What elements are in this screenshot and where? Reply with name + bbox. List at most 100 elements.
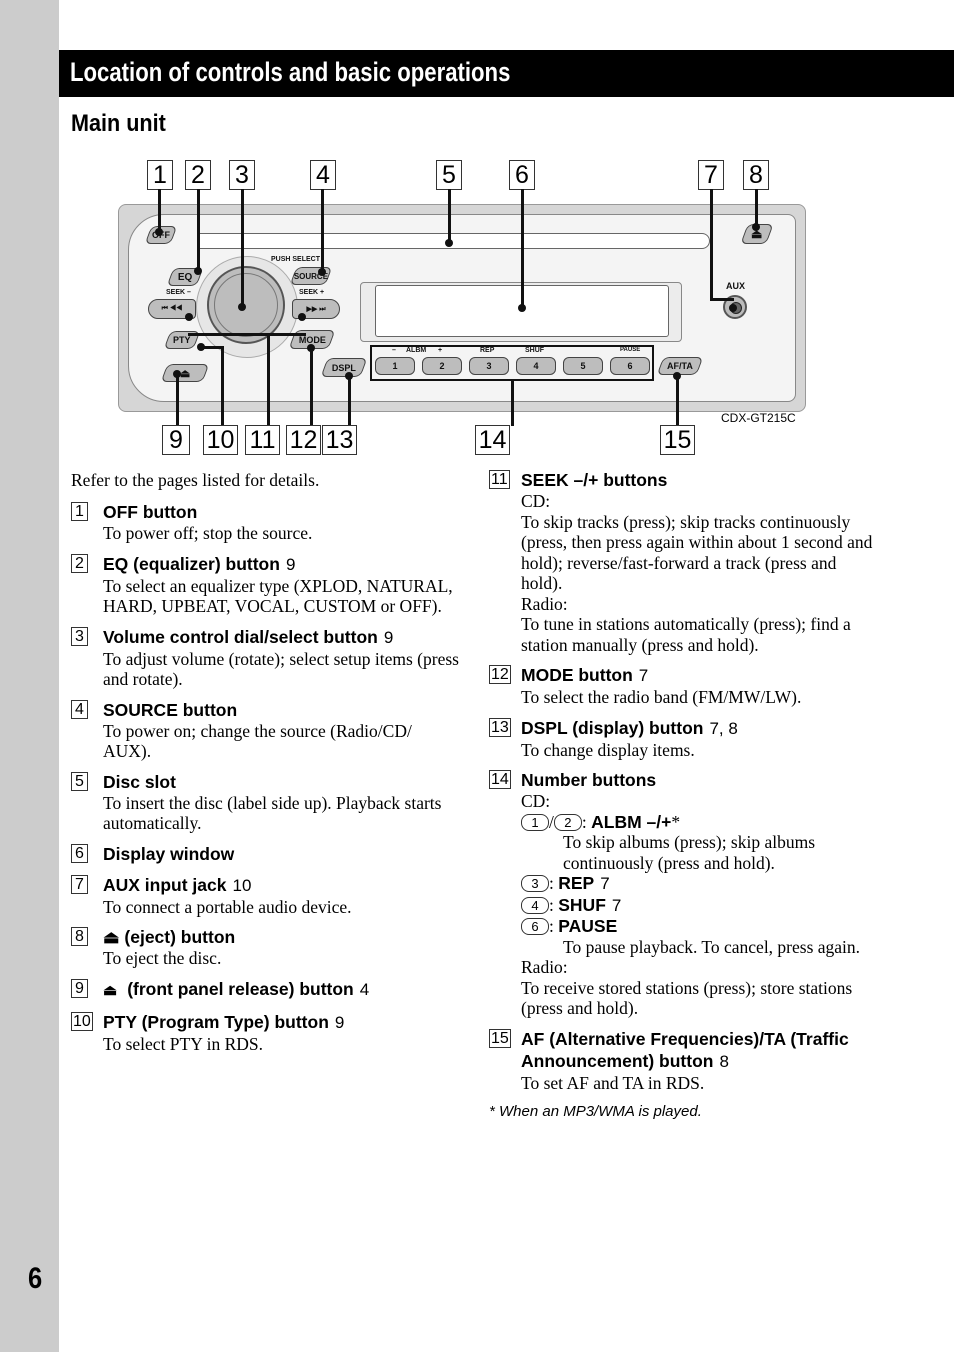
release-icon: ⏏ [179,367,191,380]
callout-10: 10 [203,425,238,455]
number-button-3[interactable]: 3 [469,357,509,375]
number-button-6[interactable]: 6 [610,357,650,375]
callout-9: 9 [162,425,190,455]
leader-line-5 [448,189,451,243]
page-ref: 7 [638,666,649,685]
leader-line-3 [241,189,244,307]
leader-dot-15 [673,372,681,380]
leader-line-7 [710,189,713,299]
item-11: 11 SEEK –/+ buttons CD: To skip tracks (… [489,470,873,655]
number-button-1[interactable]: 1 [375,357,415,375]
item-5: 5 Disc slot To insert the disc (label si… [71,771,461,834]
callout-8: 8 [743,160,769,190]
intro-text: Refer to the pages listed for details. [71,470,320,490]
front-panel-release-button[interactable]: ⏏ [160,364,210,382]
item-title: DSPL (display) button [521,717,704,738]
item-desc: To skip tracks (press); skip tracks cont… [521,511,873,594]
item-desc: To select PTY in RDS. [103,1033,263,1054]
item-desc: To power off; stop the source. [103,523,313,543]
number-button-2[interactable]: 2 [422,357,462,375]
number-button-4[interactable]: 4 [516,357,556,375]
callout-12: 12 [286,425,321,455]
af-ta-button[interactable]: AF/TA [656,357,704,375]
item-title: OFF button [103,502,198,522]
page-ref: 9 [334,1012,345,1032]
pause-label: PAUSE [620,347,641,353]
leader-dot-5 [445,239,453,247]
key-4-icon: 4 [521,896,549,914]
item-title: PTY (Program Type) button [103,1011,329,1032]
callout-2: 2 [185,160,211,190]
footnote-mark: * [671,811,681,832]
callout-5: 5 [436,160,462,190]
item-desc: CD: [521,491,551,511]
leader-dot-4 [318,268,326,276]
callout-3: 3 [229,160,255,190]
leader-dot-11b [298,313,306,321]
item-title: Volume control dial/select button [103,626,378,647]
shuf-row: 4: SHUF 7 [521,895,874,917]
footnote: * When an MP3/WMA is played. [489,1103,702,1120]
left-column: 1 OFF button To power off; stop the sour… [71,501,461,1063]
albm-label: ALBM –/+ [591,811,672,832]
item-desc: To select an equalizer type (XPLOD, NATU… [103,575,453,617]
rep-label: REP [480,347,495,354]
item-desc: CD: [521,791,551,811]
page-ref: 7 [611,895,622,915]
item-title: AUX input jack [103,874,227,895]
item-title: ⏏ (eject) button [103,927,236,947]
item-desc: To change display items. [521,739,695,760]
item-desc: To power on; change the source (Radio/CD… [103,720,412,762]
key-3-icon: 3 [521,875,549,892]
front-panel-release-icon: ⏏ [103,981,118,999]
key-6-icon: 6 [521,918,549,935]
subtitle: Main unit [71,110,166,137]
page-ref: 10 [232,875,252,895]
leader-line-6 [521,189,524,307]
item-desc: To adjust volume (rotate); select setup … [103,648,459,690]
rep-label: REP [558,873,595,893]
leader-dot-13 [345,372,353,380]
item-title: Disc slot [103,771,176,792]
page-ref: 8 [719,1051,729,1071]
item-desc: To tune in stations automatically (press… [521,614,851,655]
item-title: SEEK –/+ buttons [521,470,668,490]
leader-dot-6 [518,304,526,312]
leader-dot-10 [197,343,205,351]
item-15: 15 AF (Alternative Frequencies)/TA (Traf… [489,1028,874,1094]
dspl-button[interactable]: DSPL [320,358,368,377]
item-13: 13 DSPL (display) button 7, 8 To change d… [489,717,874,761]
item-desc: Radio: [521,593,568,614]
aux-label: AUX [726,281,746,291]
item-title: (front panel release) button [127,978,354,999]
volume-dial-inner-ring [214,273,278,337]
leader-dot-1 [155,228,163,236]
callout-1: 1 [147,160,173,190]
leader-line-7b [710,298,734,301]
albm-desc: To skip albums (press); skip albums cont… [563,832,816,873]
item-1: 1 OFF button To power off; stop the sour… [71,501,461,544]
number-button-5[interactable]: 5 [563,357,603,375]
radio-label: Radio: [521,957,568,977]
leader-line-1 [158,189,161,233]
item-desc: To select the radio band (FM/MW/LW). [521,687,802,707]
seek-plus-label: SEEK + [299,289,325,296]
leader-dot-11a [185,313,193,321]
key-2-icon: 2 [553,813,582,831]
model-number: CDX-GT215C [721,411,796,425]
albm-row: 1/2: ALBM –/+* [521,812,874,833]
leader-dot-8 [752,223,760,231]
leader-line-15 [676,376,679,426]
page-margin-band [0,0,59,1352]
shuf-label: SHUF [525,347,545,354]
item-9: 9 ⏏ (front panel release) button 4 [71,978,461,1002]
item-6: 6 Display window [71,843,461,865]
albm-label: ALBM [406,347,427,354]
shuf-label: SHUF [558,894,606,915]
rep-row: 3: REP 7 [521,873,874,895]
leader-dot-2 [194,267,202,275]
albm-plus-label: + [438,347,443,354]
page-ref: 9 [383,627,394,647]
item-desc: To eject the disc. [103,948,222,968]
callout-11: 11 [245,425,280,455]
